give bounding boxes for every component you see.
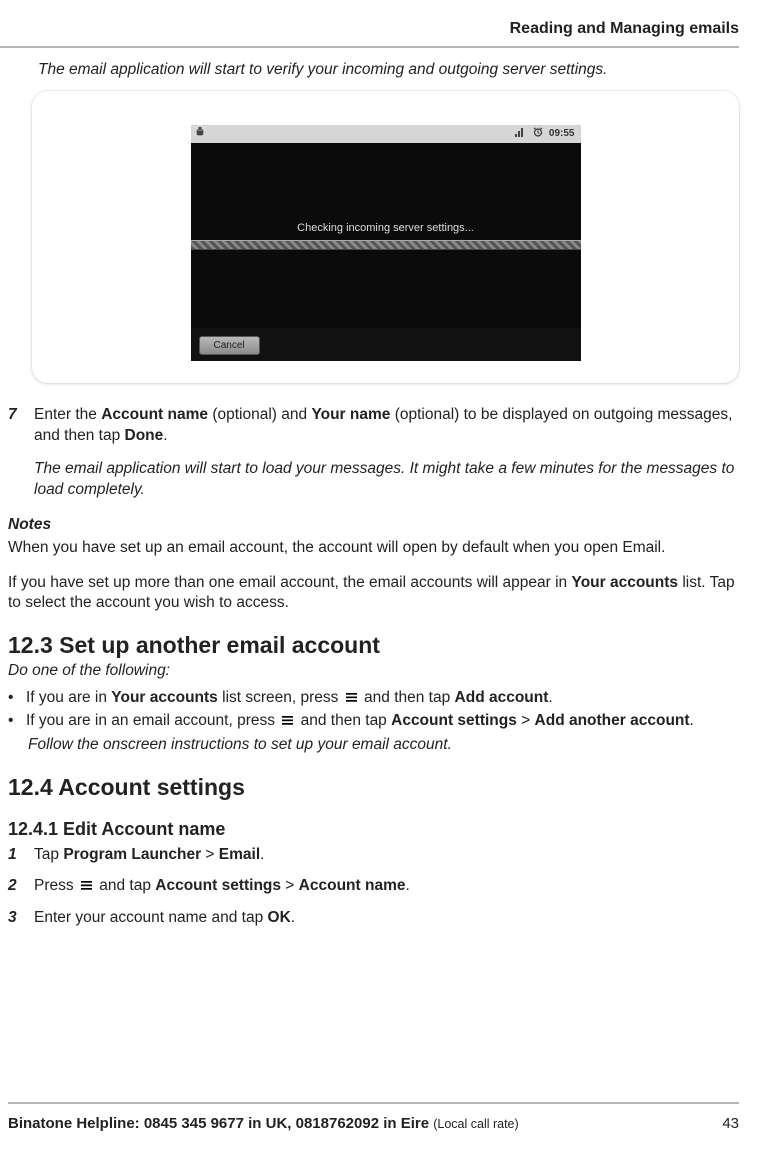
screenshot-card: 09:55 Checking incoming server settings.… [32, 91, 739, 384]
android-screen: Checking incoming server settings... [191, 143, 581, 328]
footer-rate: (Local call rate) [433, 1117, 518, 1131]
screen-message: Checking incoming server settings... [191, 221, 581, 240]
step7-text: Enter the Account name (optional) and Yo… [34, 406, 732, 444]
bullet-dot: • [8, 688, 26, 710]
step-number: 3 [8, 908, 34, 929]
step-number: 2 [8, 876, 34, 898]
bullet-1: • If you are in Your accounts list scree… [8, 688, 739, 710]
bullet-2: • If you are in an email account, press … [8, 711, 739, 733]
heading-12-4-1: 12.4.1 Edit Account name [8, 817, 739, 841]
android-icon [195, 126, 205, 143]
notes-label: Notes [8, 515, 739, 536]
menu-icon [80, 877, 93, 898]
alarm-icon [533, 127, 543, 142]
intro-text: The email application will start to veri… [38, 60, 735, 81]
android-statusbar: 09:55 [191, 125, 581, 144]
page-footer: Binatone Helpline: 0845 345 9677 in UK, … [8, 1102, 739, 1134]
notes-p2: If you have set up more than one email a… [8, 573, 739, 615]
signal-icon [515, 127, 527, 142]
heading-12-3-sub: Do one of the following: [8, 661, 739, 682]
follow-instructions: Follow the onscreen instructions to set … [28, 735, 739, 756]
menu-icon [345, 689, 358, 710]
step-number: 7 [8, 405, 34, 501]
page-header: Reading and Managing emails [8, 18, 739, 46]
step-number: 1 [8, 845, 34, 866]
footer-helpline: Binatone Helpline: 0845 345 9677 in UK, … [8, 1115, 433, 1132]
clock-text: 09:55 [549, 127, 575, 141]
step-12-4-1-2: 2 Press and tap Account settings > Accou… [8, 876, 739, 898]
heading-12-4: 12.4 Account settings [8, 772, 739, 803]
progress-stripes [191, 240, 581, 250]
button-row: Cancel [191, 328, 581, 361]
notes-p1: When you have set up an email account, t… [8, 538, 739, 559]
step-7: 7 Enter the Account name (optional) and … [8, 405, 739, 501]
header-rule [0, 46, 739, 48]
step-12-4-1-1: 1 Tap Program Launcher > Email. [8, 845, 739, 866]
step-12-4-1-3: 3 Enter your account name and tap OK. [8, 908, 739, 929]
bullet-dot: • [8, 711, 26, 733]
menu-icon [281, 712, 294, 733]
cancel-button[interactable]: Cancel [199, 336, 260, 355]
page-number: 43 [722, 1114, 739, 1134]
heading-12-3: 12.3 Set up another email account [8, 630, 739, 661]
step7-note: The email application will start to load… [34, 459, 739, 501]
